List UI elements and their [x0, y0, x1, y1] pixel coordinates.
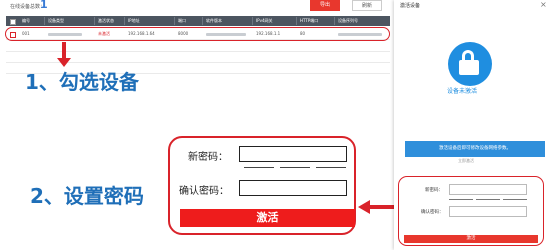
col-header-activation-status: 激活状态 [98, 18, 114, 23]
strength-bar-weak [244, 167, 274, 168]
dialog-activate-button[interactable]: 激活 [404, 235, 538, 243]
col-header-ip-address: IP地址 [128, 18, 140, 23]
strength-bar-strong [316, 167, 346, 168]
col-header-http-port: HTTP端口 [300, 18, 319, 23]
export-button[interactable]: 导出 [310, 0, 340, 11]
select-all-checkbox[interactable] [10, 19, 16, 25]
info-bar: 激活设备后即可修改设备网络参数。 [405, 141, 545, 157]
col-header-ipv4-gateway: IPv4网关 [256, 18, 273, 23]
dialog-new-password-label: 新密码： [425, 188, 443, 193]
arrow-left-head-icon [358, 200, 370, 214]
strength-bar-medium [280, 167, 310, 168]
table-header: 编号 设备类型 激活状态 IP地址 端口 软件版本 IPv4网关 HTTP端口 … [6, 16, 390, 26]
online-devices-count: 1 [40, 0, 48, 11]
activate-button-zoom[interactable]: 激活 [180, 209, 355, 227]
col-header-index: 编号 [22, 18, 30, 23]
refresh-button[interactable]: 刷新 [352, 0, 382, 11]
dialog-title: 激活设备 [400, 3, 421, 9]
confirm-password-input[interactable] [239, 180, 347, 196]
dialog-confirm-password-input[interactable] [449, 206, 527, 217]
new-password-input[interactable] [239, 146, 347, 162]
step1-annotation: 1、勾选设备 [25, 70, 139, 94]
activation-status-text: 设备未激活 [447, 88, 478, 95]
step2-annotation: 2、设置密码 [30, 184, 144, 208]
dialog-strength-bar-medium [476, 199, 500, 200]
close-icon[interactable]: × [540, 0, 547, 9]
row-highlight-outline [5, 27, 390, 41]
col-header-serial-number: 设备序列号 [338, 18, 358, 23]
dialog-new-password-input[interactable] [449, 184, 527, 195]
dialog-strength-bar-strong [503, 199, 527, 200]
col-header-port: 端口 [178, 18, 186, 23]
dialog-strength-bar-weak [449, 199, 473, 200]
new-password-label: 新密码： [188, 152, 228, 163]
activate-now-link[interactable]: 立即激活 [458, 158, 474, 164]
dialog-confirm-password-label: 确认密码： [421, 210, 444, 215]
col-header-device-type: 设备类型 [48, 18, 64, 23]
confirm-password-label: 确认密码： [179, 186, 229, 197]
lock-body-icon [459, 60, 479, 75]
col-header-software-version: 软件版本 [206, 18, 222, 23]
